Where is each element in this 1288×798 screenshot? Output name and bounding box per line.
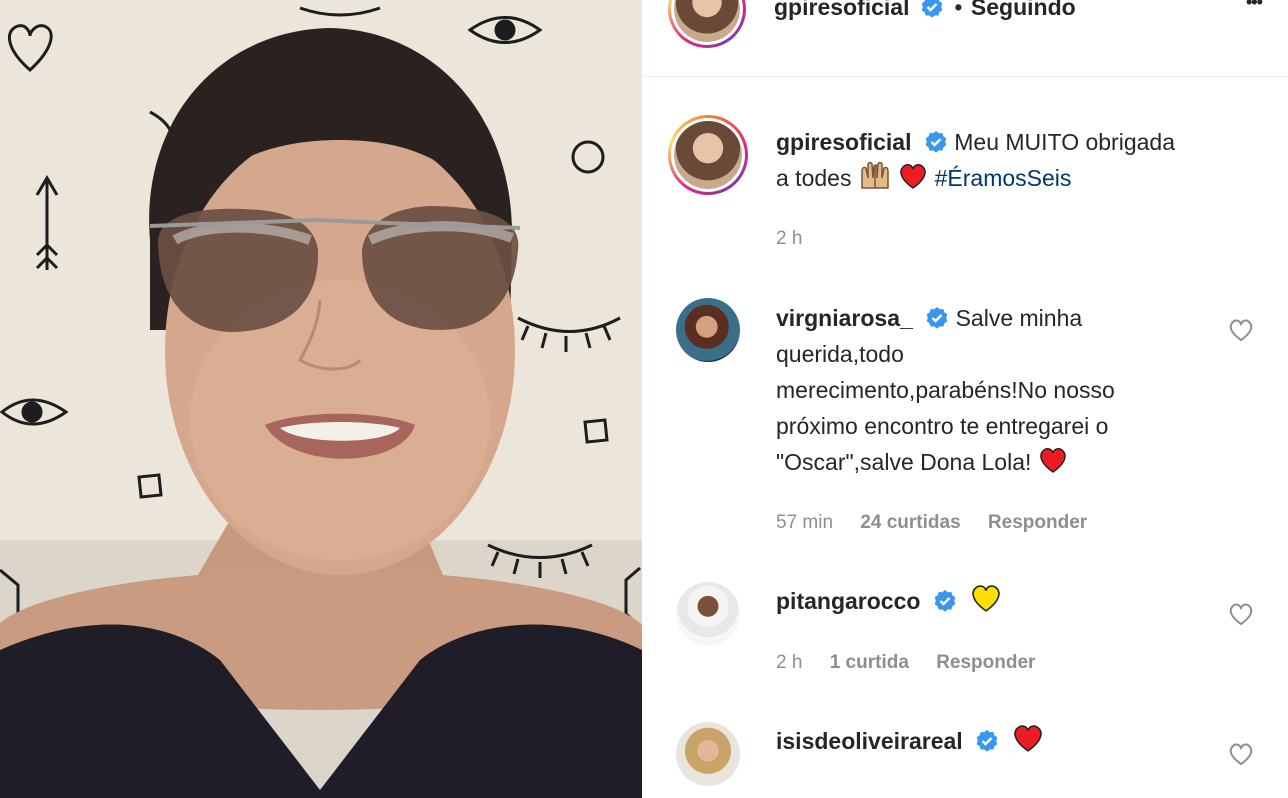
- verified-icon: [934, 590, 956, 612]
- caption-text-2: a todes: [776, 165, 852, 191]
- comment-meta: 57 min 24 curtidas Responder: [776, 512, 1109, 534]
- red-heart-emoji-icon: [1014, 725, 1043, 752]
- like-heart-icon[interactable]: [1228, 318, 1254, 342]
- caption-body: gpiresoficial Meu MUITO obrigada a todes…: [776, 124, 1256, 196]
- caption-avatar[interactable]: [668, 115, 748, 195]
- red-heart-emoji-icon: [900, 164, 927, 189]
- yellow-heart-emoji-icon: [972, 585, 1000, 612]
- caption-meta: 2 h: [776, 228, 824, 250]
- verified-icon: [925, 131, 947, 153]
- like-heart-icon[interactable]: [1228, 742, 1254, 766]
- raised-hands-emoji-icon: [861, 161, 889, 189]
- red-heart-emoji-icon: [1040, 448, 1066, 473]
- commenter-avatar[interactable]: [676, 582, 740, 646]
- caption-text: Meu MUITO obrigada: [954, 129, 1175, 155]
- comment-body: pitangarocco: [776, 583, 1216, 619]
- comment-line: merecimento,parabéns!No nosso: [776, 377, 1115, 403]
- comment-likes[interactable]: 24 curtidas: [860, 512, 960, 533]
- post-video[interactable]: [0, 0, 642, 798]
- comment-likes[interactable]: 1 curtida: [830, 652, 909, 673]
- caption-hashtag[interactable]: #ÉramosSeis: [935, 165, 1072, 191]
- comment-line: querida,todo: [776, 341, 904, 367]
- comment-username[interactable]: pitangarocco: [776, 588, 920, 614]
- caption-time[interactable]: 2 h: [776, 228, 802, 249]
- comment-line: "Oscar",salve Dona Lola!: [776, 449, 1032, 475]
- caption-username[interactable]: gpiresoficial: [776, 129, 911, 155]
- verified-icon: [926, 307, 948, 329]
- comment-body: isisdeoliveirareal: [776, 723, 1216, 759]
- post-header: gpiresoficial • Seguindo •••: [642, 0, 1288, 77]
- comment-body: virgniarosa_ Salve minha querida,todo me…: [776, 300, 1216, 480]
- comments-panel: gpiresoficial • Seguindo ••• gpiresofici…: [642, 0, 1288, 798]
- header-separator: •: [954, 0, 963, 20]
- reply-button[interactable]: Responder: [936, 652, 1035, 673]
- comment-line: Salve minha: [955, 305, 1083, 331]
- video-frame: [0, 0, 642, 798]
- following-button[interactable]: Seguindo: [971, 0, 1076, 20]
- commenter-avatar[interactable]: [676, 722, 740, 786]
- comment-username[interactable]: virgniarosa_: [776, 305, 913, 331]
- verified-icon: [976, 730, 998, 752]
- like-heart-icon[interactable]: [1228, 602, 1254, 626]
- comment-username[interactable]: isisdeoliveirareal: [776, 728, 963, 754]
- comment-time[interactable]: 57 min: [776, 512, 833, 533]
- comment-line: próximo encontro te entregarei o: [776, 413, 1109, 439]
- header-avatar[interactable]: [668, 0, 746, 48]
- header-username[interactable]: gpiresoficial: [774, 0, 909, 20]
- verified-icon: [921, 0, 943, 18]
- comment-time[interactable]: 2 h: [776, 652, 802, 673]
- reply-button[interactable]: Responder: [988, 512, 1087, 533]
- comment-meta: 2 h 1 curtida Responder: [776, 652, 1057, 674]
- commenter-avatar[interactable]: [676, 298, 740, 362]
- more-options-icon[interactable]: •••: [1246, 0, 1263, 13]
